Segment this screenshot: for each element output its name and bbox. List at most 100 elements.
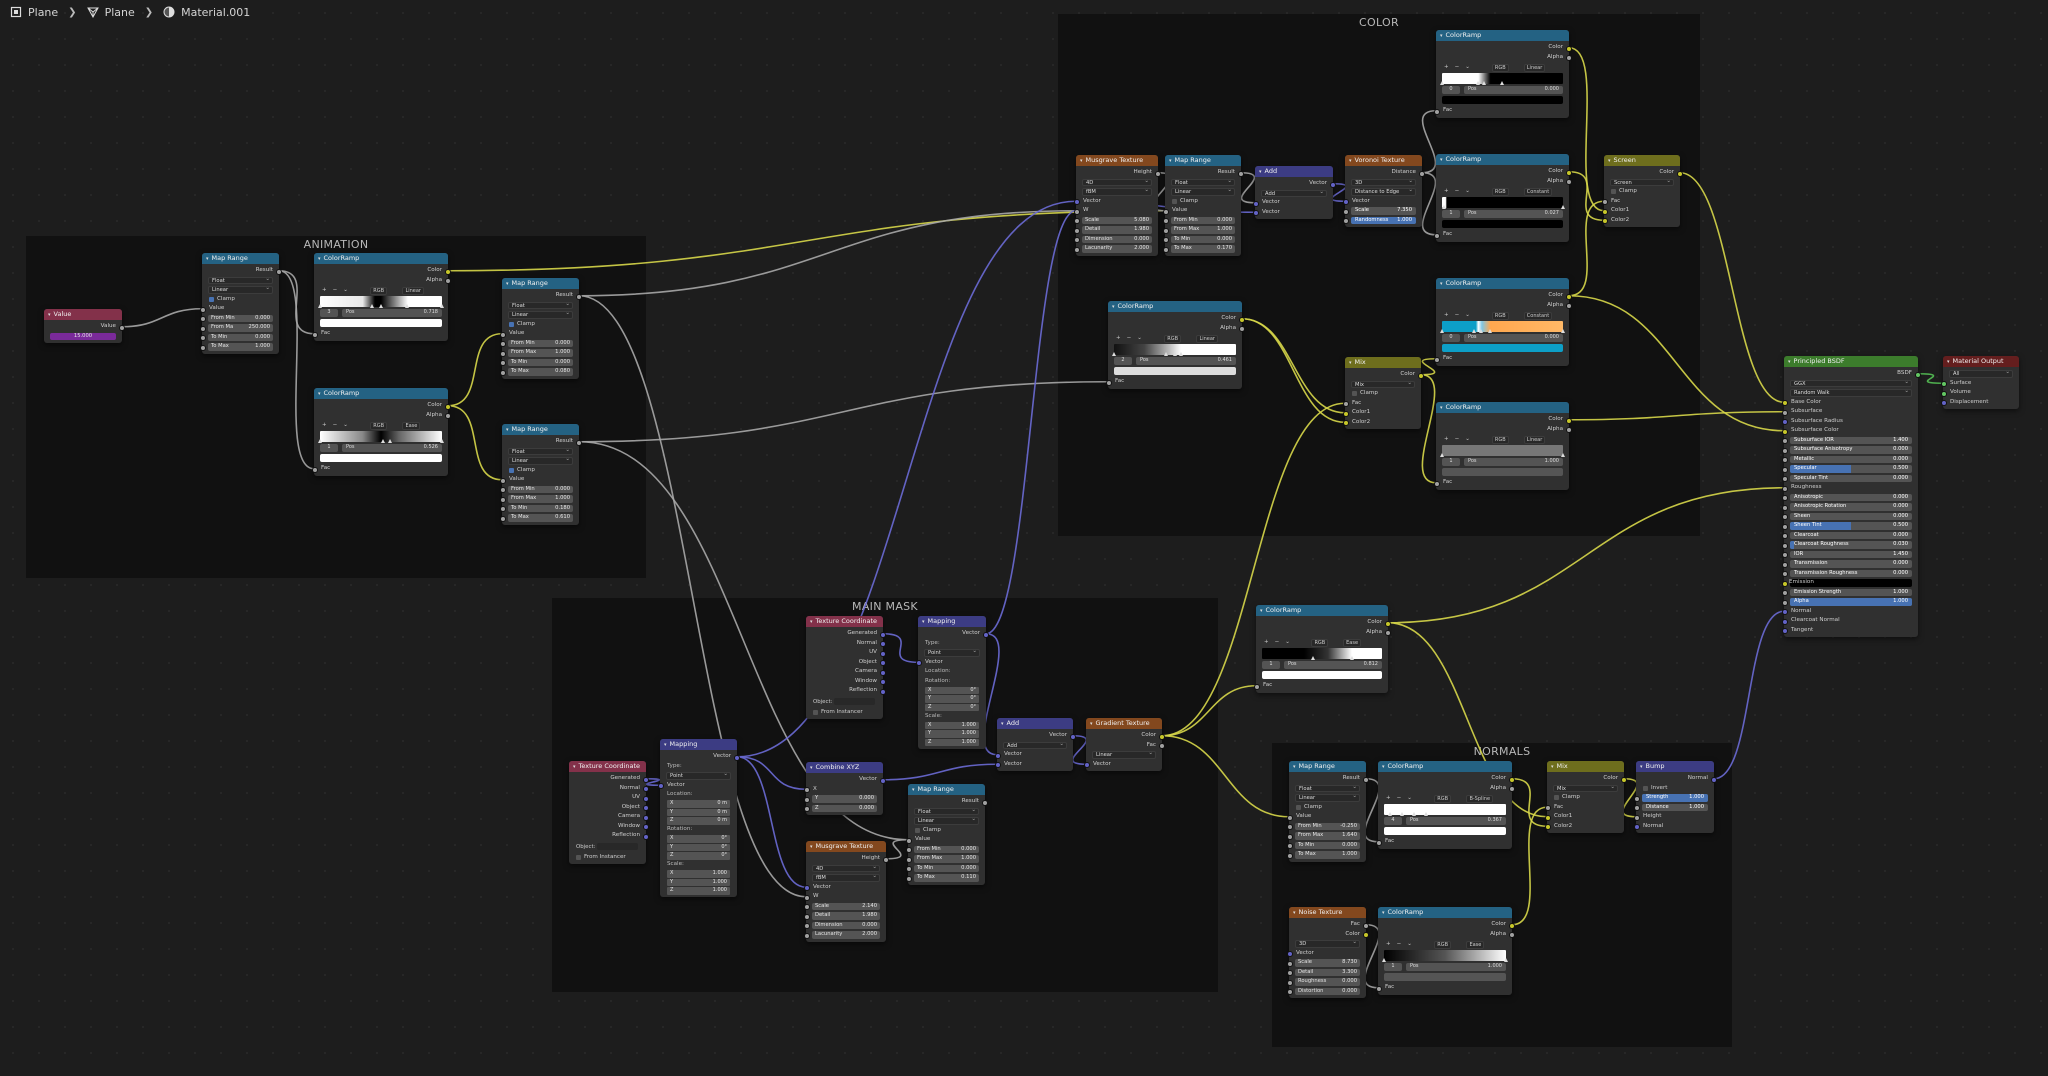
input-socket[interactable]	[499, 360, 506, 367]
input-socket[interactable]	[499, 487, 506, 494]
remove-stop-button[interactable]: −	[1455, 312, 1460, 318]
add-stop-button[interactable]: +	[1444, 188, 1449, 194]
color-ramp-gradient[interactable]	[1439, 445, 1565, 457]
number-field[interactable]: From Min 0.000	[508, 485, 573, 493]
input-socket[interactable]	[1781, 438, 1788, 445]
ramp-menu-button[interactable]: ⌄	[343, 287, 348, 293]
input-socket[interactable]	[1601, 199, 1608, 206]
stop-index-field[interactable]: 4	[1384, 817, 1402, 825]
dimensions-dropdown[interactable]: 3D	[1295, 939, 1360, 948]
vector-field[interactable]: X 1.000	[925, 721, 979, 729]
input-socket[interactable]	[1286, 979, 1293, 986]
number-field[interactable]: Dimension 0.000	[1082, 235, 1152, 243]
interpolation-dropdown[interactable]: Linear	[508, 456, 573, 465]
input-socket[interactable]	[1940, 400, 1947, 407]
output-socket[interactable]	[733, 754, 740, 761]
number-field[interactable]: Lacunarity 2.000	[812, 931, 880, 939]
collapse-chevron-icon[interactable]: ▾	[1788, 359, 1791, 365]
node-header[interactable]: ▾ ColorRamp	[1436, 278, 1569, 289]
color-mode-dropdown[interactable]: RGB	[1164, 334, 1182, 343]
collapse-chevron-icon[interactable]: ▾	[1382, 764, 1385, 770]
input-socket[interactable]	[1781, 504, 1788, 511]
output-socket[interactable]	[1069, 733, 1076, 740]
number-field[interactable]: To Min 0.180	[508, 504, 573, 512]
output-socket[interactable]	[1362, 776, 1369, 783]
color-ramp-gradient[interactable]	[1262, 648, 1382, 660]
node-c_ramp_top[interactable]: ▾ ColorRamp Color Alpha + − ⌄ RGB Linear 0 Pos 0.00…	[1433, 30, 1572, 118]
node-n_ramp2[interactable]: ▾ ColorRamp Color Alpha + − ⌄ RGB Ease 1 Pos 1.000 F…	[1375, 907, 1515, 995]
output-socket[interactable]	[982, 631, 989, 638]
interpolation-dropdown[interactable]: Linear	[1523, 435, 1546, 444]
collapse-chevron-icon[interactable]: ▾	[1440, 157, 1443, 163]
input-socket[interactable]	[311, 466, 318, 473]
input-socket[interactable]	[1286, 852, 1293, 859]
output-socket[interactable]	[1329, 181, 1336, 188]
node-mm_texcoord[interactable]: ▾ Texture Coordinate Generated Normal UV Obje…	[806, 616, 886, 719]
collapse-chevron-icon[interactable]: ▾	[1259, 169, 1262, 175]
output-socket[interactable]	[1418, 170, 1425, 177]
output-socket[interactable]	[1565, 169, 1572, 176]
interpolation-dropdown[interactable]: Linear	[1171, 187, 1235, 196]
slider[interactable]: Clearcoat Roughness 0.030	[1790, 541, 1912, 549]
slider[interactable]: Metallic 0.000	[1790, 455, 1912, 463]
collapse-chevron-icon[interactable]: ▾	[206, 256, 209, 262]
input-socket[interactable]	[1073, 199, 1080, 206]
add-stop-button[interactable]: +	[1444, 312, 1449, 318]
node-mm_add[interactable]: ▾AddVectorAddVectorVector	[994, 718, 1076, 771]
node-mm_mapping2[interactable]: ▾MappingVectorType:PointVectorLocation:X…	[657, 739, 740, 897]
output-socket[interactable]	[1565, 179, 1572, 186]
color-mode-dropdown[interactable]: RGB	[1434, 794, 1452, 803]
collapse-chevron-icon[interactable]: ▾	[1440, 281, 1443, 287]
color-mode-dropdown[interactable]: RGB	[1434, 940, 1452, 949]
blend-mode-dropdown[interactable]: Mix	[1351, 380, 1415, 388]
number-field[interactable]: To Max 0.610	[508, 514, 573, 522]
input-socket[interactable]	[1633, 795, 1640, 802]
input-socket[interactable]	[1781, 476, 1788, 483]
input-socket[interactable]	[1781, 466, 1788, 473]
input-socket[interactable]	[1342, 208, 1349, 215]
input-socket[interactable]	[1781, 590, 1788, 597]
stop-index-field[interactable]: 0	[1442, 86, 1460, 94]
input-socket[interactable]	[199, 325, 206, 332]
output-socket[interactable]	[1384, 620, 1391, 627]
checkbox[interactable]	[509, 467, 514, 473]
interpolation-dropdown[interactable]: Constant	[1523, 311, 1553, 320]
node-header[interactable]: ▾ Texture Coordinate	[806, 616, 883, 627]
collapse-chevron-icon[interactable]: ▾	[922, 619, 925, 625]
node-n_bump[interactable]: ▾ Bump Normal Invert Strength 1.000 Distance 1.…	[1633, 761, 1717, 833]
input-socket[interactable]	[1781, 495, 1788, 502]
color-ramp-gradient[interactable]	[1441, 197, 1565, 209]
collapse-chevron-icon[interactable]: ▾	[1293, 764, 1296, 770]
input-socket[interactable]	[803, 806, 810, 813]
node-header[interactable]: ▾ Add	[1255, 166, 1333, 177]
ramp-menu-button[interactable]: ⌄	[1407, 941, 1412, 947]
output-socket[interactable]	[879, 679, 886, 686]
output-socket[interactable]	[1158, 743, 1165, 750]
node-c_add[interactable]: ▾AddVectorAddVectorVector	[1252, 166, 1336, 219]
input-socket[interactable]	[1105, 379, 1112, 386]
collapse-chevron-icon[interactable]: ▾	[48, 312, 51, 318]
collapse-chevron-icon[interactable]: ▾	[1080, 158, 1083, 164]
ramp-menu-button[interactable]: ⌄	[343, 422, 348, 428]
slider[interactable]: Anisotropic 0.000	[1790, 493, 1912, 501]
collapse-chevron-icon[interactable]: ▾	[664, 742, 667, 748]
node-c_screen[interactable]: ▾ScreenColorScreenClampFacColor1Color2	[1601, 155, 1683, 227]
interpolation-dropdown[interactable]: Linear	[1523, 63, 1546, 72]
output-socket[interactable]	[1384, 630, 1391, 637]
input-socket[interactable]	[1253, 683, 1260, 690]
node-bsdf[interactable]: ▾Principled BSDF BSDF GGXRandom WalkBase C…	[1781, 356, 1921, 637]
input-socket[interactable]	[1162, 208, 1169, 215]
interpolation-dropdown[interactable]: Linear	[402, 286, 424, 295]
input-socket[interactable]	[1083, 762, 1090, 769]
node-c_musgrave[interactable]: ▾Musgrave Texture Height 4DfBMVector W Scale…	[1073, 155, 1161, 256]
stop-position-field[interactable]: Pos 0.000	[1464, 86, 1563, 94]
slider[interactable]: Distance 1.000	[1642, 803, 1708, 811]
add-stop-button[interactable]: +	[322, 422, 327, 428]
input-socket[interactable]	[1433, 356, 1440, 363]
input-socket[interactable]	[1073, 208, 1080, 215]
data-type-dropdown[interactable]: Float	[508, 301, 573, 309]
output-socket[interactable]	[1565, 293, 1572, 300]
output-socket[interactable]	[1565, 55, 1572, 62]
node-header[interactable]: ▾ Map Range	[502, 278, 579, 289]
slider[interactable]: Alpha 1.000	[1790, 598, 1912, 606]
